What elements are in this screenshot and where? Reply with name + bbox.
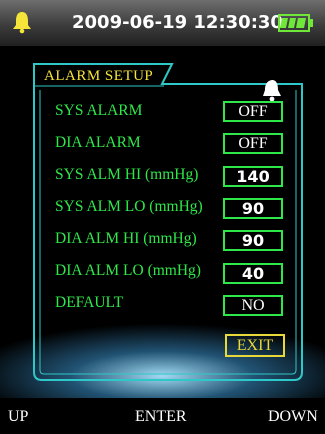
sys-alarm-high-value[interactable]: 140: [223, 166, 283, 187]
dia-alarm-high-label: DIA ALM HI (mmHg): [55, 230, 197, 247]
dia-alarm-low-label: DIA ALM LO (mmHg): [55, 262, 201, 279]
sys-alarm-low-label: SYS ALM LO (mmHg): [55, 198, 203, 215]
dia-alarm-value[interactable]: OFF: [223, 133, 283, 154]
exit-button[interactable]: EXIT: [225, 334, 285, 357]
sys-alarm-low-value[interactable]: 90: [223, 198, 283, 219]
dia-alarm-low-value[interactable]: 40: [223, 263, 283, 284]
sys-alarm-high-label: SYS ALM HI (mmHg): [55, 166, 199, 183]
bell-icon: [263, 80, 281, 102]
default-label: DEFAULT: [55, 294, 124, 311]
up-softkey[interactable]: UP: [8, 406, 28, 428]
sys-alarm-label: SYS ALARM: [55, 102, 143, 119]
default-value[interactable]: NO: [223, 295, 283, 316]
sys-alarm-value[interactable]: OFF: [223, 101, 283, 122]
dia-alarm-high-value[interactable]: 90: [223, 230, 283, 251]
dia-alarm-label: DIA ALARM: [55, 134, 141, 151]
enter-softkey[interactable]: ENTER: [135, 406, 187, 428]
panel-title: ALARM SETUP: [44, 68, 154, 84]
down-softkey[interactable]: DOWN: [268, 406, 318, 428]
